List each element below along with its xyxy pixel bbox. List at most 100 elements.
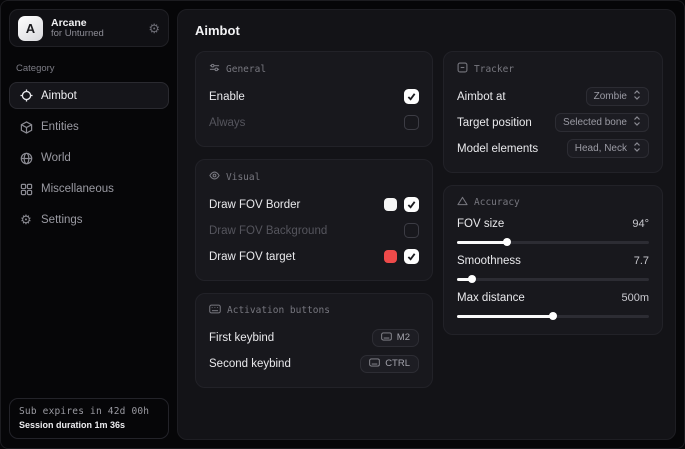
sidebar-item-miscellaneous[interactable]: Miscellaneous xyxy=(9,176,169,202)
slider-thumb[interactable] xyxy=(503,238,511,246)
app-header: A Arcane for Unturned ⚙ xyxy=(9,9,169,47)
card-title: Activation buttons xyxy=(227,305,330,316)
app-name: Arcane xyxy=(51,17,140,29)
color-swatch[interactable] xyxy=(384,198,397,211)
sliders-icon xyxy=(209,62,220,76)
setting-row-aimbot-at: Aimbot at Zombie xyxy=(457,85,649,108)
dropdown-value: Head, Neck xyxy=(575,143,627,154)
card-title: General xyxy=(226,64,266,75)
setting-row-fov-target: Draw FOV target xyxy=(209,245,419,268)
setting-label: Draw FOV Background xyxy=(209,225,327,237)
triangle-icon xyxy=(457,196,468,209)
setting-label: Draw FOV Border xyxy=(209,199,300,211)
setting-label: FOV size xyxy=(457,218,504,230)
chevron-up-down-icon xyxy=(633,142,641,155)
gear-icon: ⚙ xyxy=(19,213,33,227)
chevron-up-down-icon xyxy=(633,90,641,103)
card-title: Visual xyxy=(226,172,260,183)
grid-icon xyxy=(19,182,33,196)
first-keybind-button[interactable]: M2 xyxy=(372,329,419,347)
card-title: Tracker xyxy=(474,64,514,75)
card-title: Accuracy xyxy=(474,197,520,208)
eye-icon xyxy=(209,170,220,184)
keybind-value: M2 xyxy=(397,332,410,343)
model-elements-dropdown[interactable]: Head, Neck xyxy=(567,139,649,158)
globe-icon xyxy=(19,151,33,165)
sidebar-item-label: Entities xyxy=(41,121,79,133)
main-panel: Aimbot General Enable xyxy=(177,9,676,440)
sidebar-item-label: Miscellaneous xyxy=(41,183,114,195)
sidebar-nav: Aimbot Entities World M xyxy=(9,82,169,233)
entities-icon xyxy=(19,120,33,134)
page-title: Aimbot xyxy=(195,23,663,38)
slider-value: 500m xyxy=(621,292,649,304)
gear-icon[interactable]: ⚙ xyxy=(148,22,160,35)
fov-background-checkbox[interactable] xyxy=(404,223,419,238)
color-swatch[interactable] xyxy=(384,250,397,263)
accuracy-card: Accuracy FOV size 94° xyxy=(443,185,663,335)
tracker-card: Tracker Aimbot at Zombie Target position… xyxy=(443,51,663,173)
general-card: General Enable Always xyxy=(195,51,433,147)
setting-row-enable: Enable xyxy=(209,85,419,108)
slider-row-smoothness: Smoothness 7.7 xyxy=(457,255,649,283)
session-duration-text: Session duration 1m 36s xyxy=(19,420,159,430)
setting-row-second-keybind: Second keybind CTRL xyxy=(209,352,419,375)
subscription-info: Sub expires in 42d 00h Session duration … xyxy=(9,398,169,439)
slider-value: 7.7 xyxy=(634,255,649,267)
setting-row-first-keybind: First keybind M2 xyxy=(209,326,419,349)
crosshair-icon xyxy=(19,89,33,103)
setting-row-fov-border: Draw FOV Border xyxy=(209,193,419,216)
target-position-dropdown[interactable]: Selected bone xyxy=(555,113,649,132)
slider-value: 94° xyxy=(632,218,649,230)
setting-label: Model elements xyxy=(457,143,538,155)
app-subtitle: for Unturned xyxy=(51,29,140,40)
always-checkbox[interactable] xyxy=(404,115,419,130)
setting-label: Enable xyxy=(209,91,245,103)
fov-size-slider[interactable] xyxy=(457,238,649,246)
sidebar: A Arcane for Unturned ⚙ Category Aimbot … xyxy=(9,9,169,440)
slider-row-max-distance: Max distance 500m xyxy=(457,292,649,320)
keybind-value: CTRL xyxy=(385,358,410,369)
keyboard-icon xyxy=(381,332,392,344)
second-keybind-button[interactable]: CTRL xyxy=(360,355,419,373)
fov-target-checkbox[interactable] xyxy=(404,249,419,264)
slider-row-fov-size: FOV size 94° xyxy=(457,218,649,246)
sidebar-item-label: World xyxy=(41,152,71,164)
setting-label: Aimbot at xyxy=(457,91,506,103)
app-logo: A xyxy=(18,16,43,41)
scan-box-icon xyxy=(457,62,468,76)
sidebar-item-label: Settings xyxy=(41,214,83,226)
sidebar-item-entities[interactable]: Entities xyxy=(9,114,169,140)
setting-label: Max distance xyxy=(457,292,525,304)
setting-label: Second keybind xyxy=(209,358,291,370)
dropdown-value: Selected bone xyxy=(563,117,627,128)
dropdown-value: Zombie xyxy=(594,91,627,102)
enable-checkbox[interactable] xyxy=(404,89,419,104)
smoothness-slider[interactable] xyxy=(457,275,649,283)
setting-row-model-elements: Model elements Head, Neck xyxy=(457,137,649,160)
sidebar-item-world[interactable]: World xyxy=(9,145,169,171)
max-distance-slider[interactable] xyxy=(457,312,649,320)
keyboard-icon xyxy=(369,358,380,370)
sidebar-item-aimbot[interactable]: Aimbot xyxy=(9,82,169,109)
sidebar-item-label: Aimbot xyxy=(41,90,77,102)
visual-card: Visual Draw FOV Border Draw FOV Backgrou… xyxy=(195,159,433,281)
setting-label: Always xyxy=(209,117,245,129)
sub-expiry-text: Sub expires in 42d 00h xyxy=(19,406,159,417)
aimbot-at-dropdown[interactable]: Zombie xyxy=(586,87,649,106)
slider-thumb[interactable] xyxy=(549,312,557,320)
setting-label: First keybind xyxy=(209,332,274,344)
setting-label: Target position xyxy=(457,117,532,129)
sidebar-item-settings[interactable]: ⚙ Settings xyxy=(9,207,169,233)
chevron-up-down-icon xyxy=(633,116,641,129)
keyboard-icon xyxy=(209,304,221,317)
setting-row-target-position: Target position Selected bone xyxy=(457,111,649,134)
setting-label: Draw FOV target xyxy=(209,251,295,263)
setting-row-fov-background: Draw FOV Background xyxy=(209,219,419,242)
activation-card: Activation buttons First keybind M2 Seco… xyxy=(195,293,433,388)
category-label: Category xyxy=(16,63,169,74)
setting-label: Smoothness xyxy=(457,255,521,267)
slider-thumb[interactable] xyxy=(468,275,476,283)
setting-row-always: Always xyxy=(209,111,419,134)
fov-border-checkbox[interactable] xyxy=(404,197,419,212)
